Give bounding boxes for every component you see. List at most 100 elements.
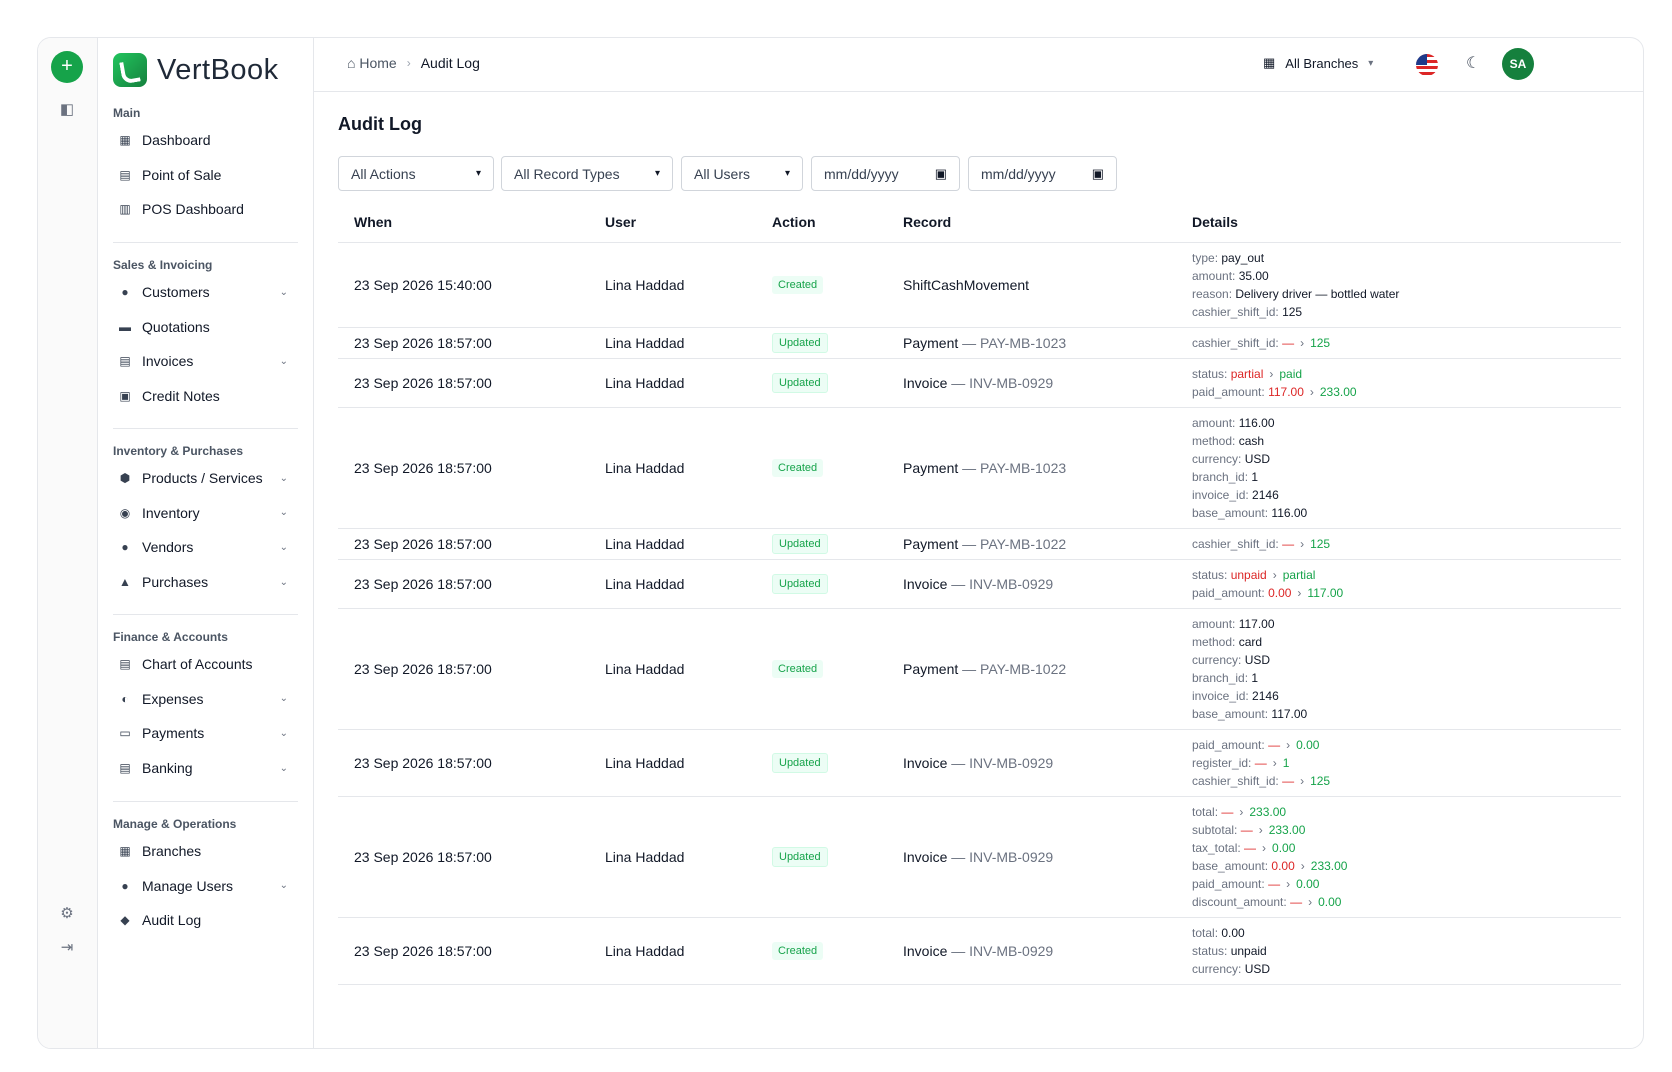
chevron-down-icon[interactable]: ⌄	[280, 356, 288, 367]
cell-details: paid_amount: — › 0.00 register_id: — › 1 cashi…	[1176, 729, 1621, 797]
table-row[interactable]: 23 Sep 2026 18:57:00 Lina Haddad Updated Pa…	[338, 528, 1621, 560]
sidebar-item[interactable]: ▤ Chart of Accounts	[118, 648, 288, 680]
record-ref[interactable]: INV-MB-0929	[969, 576, 1053, 592]
record-ref[interactable]: PAY-MB-1022	[980, 661, 1066, 677]
table-row[interactable]: 23 Sep 2026 18:57:00 Lina Haddad Created Pa…	[338, 407, 1621, 529]
record-ref[interactable]: INV-MB-0929	[969, 755, 1053, 771]
cell-when: 23 Sep 2026 18:57:00	[338, 528, 589, 560]
chevron-down-icon[interactable]: ⌄	[280, 287, 288, 298]
column-header[interactable]: Action	[756, 202, 887, 243]
collapse-sidebar-icon[interactable]: ◧	[57, 100, 77, 120]
sidebar-item[interactable]: ▤ Banking ⌄	[118, 752, 288, 784]
quick-add-button[interactable]: +	[51, 51, 83, 83]
column-header[interactable]: Record	[887, 202, 1176, 243]
calendar-icon[interactable]: ▣	[935, 166, 947, 182]
calendar-icon[interactable]: ▣	[1092, 166, 1104, 182]
table-row[interactable]: 23 Sep 2026 18:57:00 Lina Haddad Created In…	[338, 917, 1621, 985]
us-flag-icon[interactable]	[1416, 54, 1438, 76]
cell-when: 23 Sep 2026 18:57:00	[338, 407, 589, 529]
table-row[interactable]: 23 Sep 2026 18:57:00 Lina Haddad Updated In…	[338, 729, 1621, 797]
detail-line: branch_id: 1	[1192, 469, 1259, 484]
record-ref[interactable]: INV-MB-0929	[969, 943, 1053, 959]
logout-icon[interactable]: ⇥	[57, 938, 77, 958]
sidebar-item-label: Chart of Accounts	[142, 656, 253, 672]
logo[interactable]: VertBook	[113, 53, 279, 87]
detail-key: invoice_id	[1192, 487, 1246, 502]
cell-record: Invoice — INV-MB-0929	[887, 796, 1176, 918]
detail-line: currency: USD	[1192, 451, 1271, 466]
sidebar-item[interactable]: ▦ Dashboard	[118, 124, 288, 156]
users-filter[interactable]: All Users ▾	[681, 156, 803, 191]
chevron-right-icon: ›	[1262, 840, 1267, 855]
chevron-down-icon[interactable]: ⌄	[280, 763, 288, 774]
icon-rail: + ◧ ⚙ ⇥	[38, 38, 98, 1048]
record-separator: —	[958, 660, 981, 677]
date-from-input[interactable]: mm/dd/yyyy ▣	[811, 156, 960, 191]
record-ref[interactable]: PAY-MB-1023	[980, 335, 1066, 351]
sidebar-item[interactable]: ▲ Purchases ⌄	[118, 566, 288, 598]
cell-user: Lina Haddad	[589, 559, 756, 609]
cell-action: Updated	[756, 796, 887, 918]
table-row[interactable]: 23 Sep 2026 18:57:00 Lina Haddad Updated In…	[338, 559, 1621, 609]
detail-key: total	[1192, 925, 1215, 940]
sidebar-item[interactable]: ● Manage Users ⌄	[118, 870, 288, 902]
chevron-down-icon[interactable]: ⌄	[280, 542, 288, 553]
record-ref[interactable]: PAY-MB-1023	[980, 460, 1066, 476]
column-header[interactable]: When	[338, 202, 589, 243]
sidebar-item[interactable]: ◉ Inventory ⌄	[118, 497, 288, 529]
audit-icon: ◆	[120, 913, 130, 928]
record-ref[interactable]: INV-MB-0929	[969, 849, 1053, 865]
status-badge: Updated	[772, 846, 828, 867]
chevron-down-icon[interactable]: ⌄	[280, 880, 288, 891]
table-row[interactable]: 23 Sep 2026 18:57:00 Lina Haddad Updated In…	[338, 358, 1621, 408]
column-header[interactable]: Details	[1176, 202, 1621, 243]
chevron-down-icon[interactable]: ⌄	[280, 473, 288, 484]
sidebar-item[interactable]: ⬢ Products / Services ⌄	[118, 462, 288, 494]
status-badge: Updated	[772, 332, 828, 353]
record-ref[interactable]: PAY-MB-1022	[980, 536, 1066, 552]
breadcrumb-home[interactable]: ⌂ Home	[347, 55, 397, 71]
grid-icon: ▦	[119, 133, 131, 147]
chevron-down-icon[interactable]: ⌄	[280, 693, 288, 704]
sidebar-item[interactable]: ▤ Point of Sale	[118, 159, 288, 191]
detail-value: 117.00	[1271, 706, 1308, 721]
branch-selector[interactable]: ▦ All Branches ▾	[1263, 55, 1373, 71]
sidebar-item[interactable]: ▬ Quotations	[118, 311, 288, 343]
table-row[interactable]: 23 Sep 2026 18:57:00 Lina Haddad Created Pa…	[338, 608, 1621, 730]
date-to-input[interactable]: mm/dd/yyyy ▣	[968, 156, 1117, 191]
chevron-down-icon[interactable]: ⌄	[280, 728, 288, 739]
table-row[interactable]: 23 Sep 2026 15:40:00 Lina Haddad Created Sh…	[338, 242, 1621, 328]
sidebar-item[interactable]: ▭ Payments ⌄	[118, 717, 288, 749]
sidebar-item[interactable]: ▣ Credit Notes	[118, 380, 288, 412]
detail-key: paid_amount	[1192, 585, 1262, 600]
actions-filter[interactable]: All Actions ▾	[338, 156, 494, 191]
sidebar-item[interactable]: ● Vendors ⌄	[118, 531, 288, 563]
record-types-filter[interactable]: All Record Types ▾	[501, 156, 673, 191]
record-ref[interactable]: INV-MB-0929	[969, 375, 1053, 391]
avatar[interactable]: SA	[1502, 48, 1534, 80]
bar-chart-icon: ▥	[119, 202, 131, 217]
chevron-down-icon[interactable]: ⌄	[280, 577, 288, 588]
chevron-down-icon[interactable]: ⌄	[280, 507, 288, 518]
detail-key: discount_amount	[1192, 894, 1284, 909]
detail-key: method	[1192, 433, 1233, 448]
table-row[interactable]: 23 Sep 2026 18:57:00 Lina Haddad Updated Pa…	[338, 327, 1621, 359]
cell-record: Invoice — INV-MB-0929	[887, 917, 1176, 985]
moon-icon[interactable]: ☾	[1466, 53, 1480, 73]
settings-icon[interactable]: ⚙	[57, 904, 77, 924]
detail-key: register_id	[1192, 755, 1249, 770]
detail-line: branch_id: 1	[1192, 670, 1259, 685]
cell-details: status: partial › paid paid_amount: 117.00 ›…	[1176, 358, 1621, 408]
sidebar-item[interactable]: ▤ Invoices ⌄	[118, 345, 288, 377]
sidebar-item-label: Audit Log	[142, 912, 202, 929]
detail-key: branch_id	[1192, 670, 1245, 685]
sidebar-item[interactable]: ▥ POS Dashboard	[118, 193, 288, 225]
sidebar-item[interactable]: ● Customers ⌄	[118, 276, 288, 308]
column-header[interactable]: User	[589, 202, 756, 243]
sidebar-item[interactable]: ◆ Audit Log	[118, 904, 288, 936]
detail-new-value: 233.00	[1310, 858, 1348, 873]
cell-details: amount: 117.00 method: card currency: USD b…	[1176, 608, 1621, 730]
table-row[interactable]: 23 Sep 2026 18:57:00 Lina Haddad Updated In…	[338, 796, 1621, 918]
sidebar-item[interactable]: ▦ Branches	[118, 835, 288, 867]
sidebar-item[interactable]: ◐ Expenses ⌄	[118, 683, 288, 715]
